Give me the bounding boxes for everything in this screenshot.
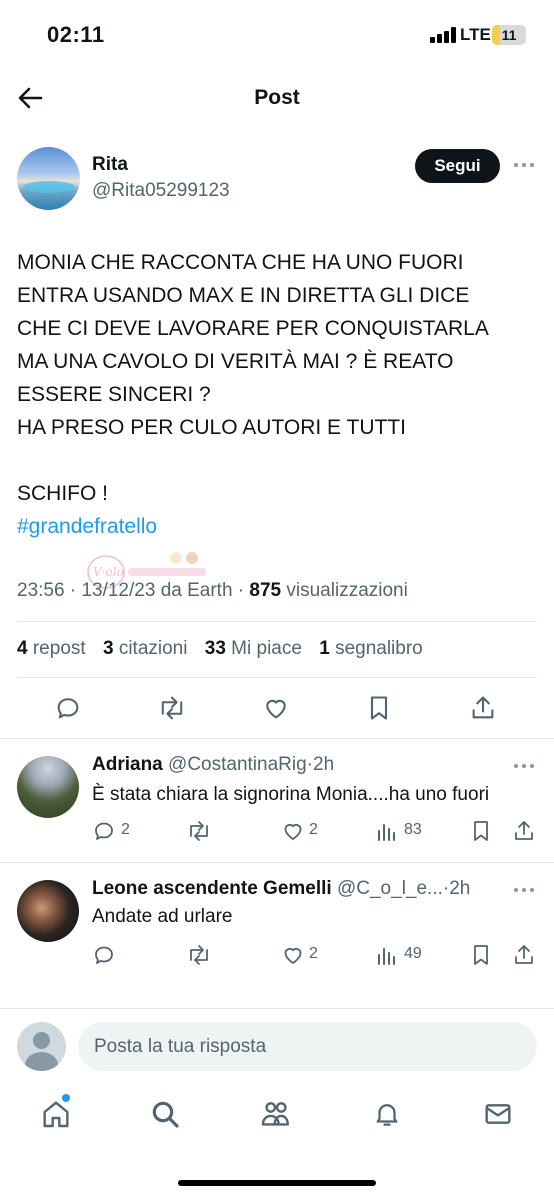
reply-avatar[interactable] [17, 880, 79, 942]
home-icon[interactable] [40, 1098, 72, 1130]
author-handle[interactable]: @Rita05299123 [92, 180, 230, 202]
views-count: 49 [404, 945, 422, 962]
reposts-stat[interactable]: 4 repost [17, 638, 86, 659]
share-icon[interactable] [512, 819, 536, 843]
reply-author-name[interactable]: Adriana [92, 754, 163, 775]
post-text: MONIA CHE RACCONTA CHE HA UNO FUORI ENTR… [17, 246, 542, 543]
status-bar: 02:11 LTE 11 [0, 0, 554, 70]
like-icon[interactable] [281, 943, 305, 967]
divider [0, 738, 554, 739]
post-action-bar [0, 690, 554, 730]
views-icon[interactable] [376, 819, 398, 843]
header: Post [0, 70, 554, 130]
battery-icon: 11 [492, 25, 526, 45]
repost-icon[interactable] [157, 694, 187, 722]
communities-icon[interactable] [259, 1098, 293, 1130]
reply-icon[interactable] [54, 694, 82, 722]
hashtag-link[interactable]: #grandefratello [17, 515, 157, 538]
divider [17, 677, 537, 678]
views-icon[interactable] [376, 943, 398, 967]
bookmarks-stat[interactable]: 1 segnalibro [319, 638, 423, 659]
like-count: 2 [309, 945, 318, 962]
views-count: 83 [404, 821, 422, 838]
post-body: MONIA CHE RACCONTA CHE HA UNO FUORI ENTR… [17, 251, 489, 505]
more-icon[interactable] [514, 161, 536, 169]
post-date: 13/12/23 [81, 580, 156, 601]
post-meta: 23:56 · 13/12/23 da Earth · 875 visualiz… [17, 580, 408, 601]
search-icon[interactable] [149, 1098, 181, 1130]
author-avatar[interactable] [17, 147, 80, 210]
author-name[interactable]: Rita [92, 154, 128, 176]
quotes-stat[interactable]: 3 citazioni [103, 638, 188, 659]
repost-icon[interactable] [186, 943, 212, 967]
network-label: LTE [460, 25, 491, 44]
status-time: 02:11 [47, 22, 105, 47]
reply-author-handle[interactable]: @CostantinaRig [168, 754, 307, 775]
bookmark-icon[interactable] [366, 694, 392, 722]
views-label: visualizzazioni [286, 580, 408, 601]
post-time: 23:56 [17, 580, 65, 601]
reply-action-bar: 2 49 [0, 940, 554, 970]
follow-button[interactable]: Segui [415, 149, 500, 183]
reply-icon[interactable] [92, 819, 116, 843]
more-icon[interactable] [514, 762, 536, 770]
like-icon[interactable] [281, 819, 305, 843]
divider [0, 862, 554, 863]
home-notification-dot [62, 1094, 70, 1102]
reply-count: 2 [121, 821, 130, 838]
reply-text: Andate ad urlare [92, 906, 233, 927]
post-source: da Earth [160, 580, 233, 601]
notifications-icon[interactable] [372, 1098, 402, 1130]
like-icon[interactable] [262, 694, 290, 722]
reply-age: 2h [449, 878, 471, 899]
bottom-nav [0, 1090, 554, 1150]
reply-icon[interactable] [92, 943, 116, 967]
reply-action-bar: 2 2 83 [0, 816, 554, 846]
like-count: 2 [309, 821, 318, 838]
reply-header: Adriana @CostantinaRig·2h [92, 754, 335, 775]
bookmark-icon[interactable] [470, 943, 492, 967]
reply-header: Leone ascendente Gemelli @C_o_l_e...·2h [92, 878, 471, 899]
post-stats: 4 repost 3 citazioni 33 Mi piace 1 segna… [17, 638, 423, 660]
bookmark-icon[interactable] [470, 819, 492, 843]
divider [17, 621, 537, 622]
user-avatar [17, 1022, 66, 1071]
more-icon[interactable] [514, 886, 536, 894]
share-icon[interactable] [512, 943, 536, 967]
reply-author-name[interactable]: Leone ascendente Gemelli [92, 878, 332, 899]
share-icon[interactable] [469, 694, 497, 722]
repost-icon[interactable] [186, 819, 212, 843]
svg-text:V·olo: V·olo [93, 565, 124, 579]
divider [0, 1008, 554, 1009]
reply-author-handle[interactable]: @C_o_l_e... [337, 878, 443, 899]
likes-stat[interactable]: 33 Mi piace [205, 638, 302, 659]
views-count: 875 [249, 580, 282, 601]
messages-icon[interactable] [482, 1098, 514, 1130]
page-title: Post [254, 86, 300, 109]
reply-avatar[interactable] [17, 756, 79, 818]
reply-text: È stata chiara la signorina Monia....ha … [92, 784, 490, 805]
battery-label: 11 [501, 27, 517, 43]
reply-input[interactable]: Posta la tua risposta [78, 1022, 537, 1071]
home-indicator [178, 1180, 376, 1186]
reply-age: 2h [313, 754, 335, 775]
signal-icon [430, 27, 456, 43]
